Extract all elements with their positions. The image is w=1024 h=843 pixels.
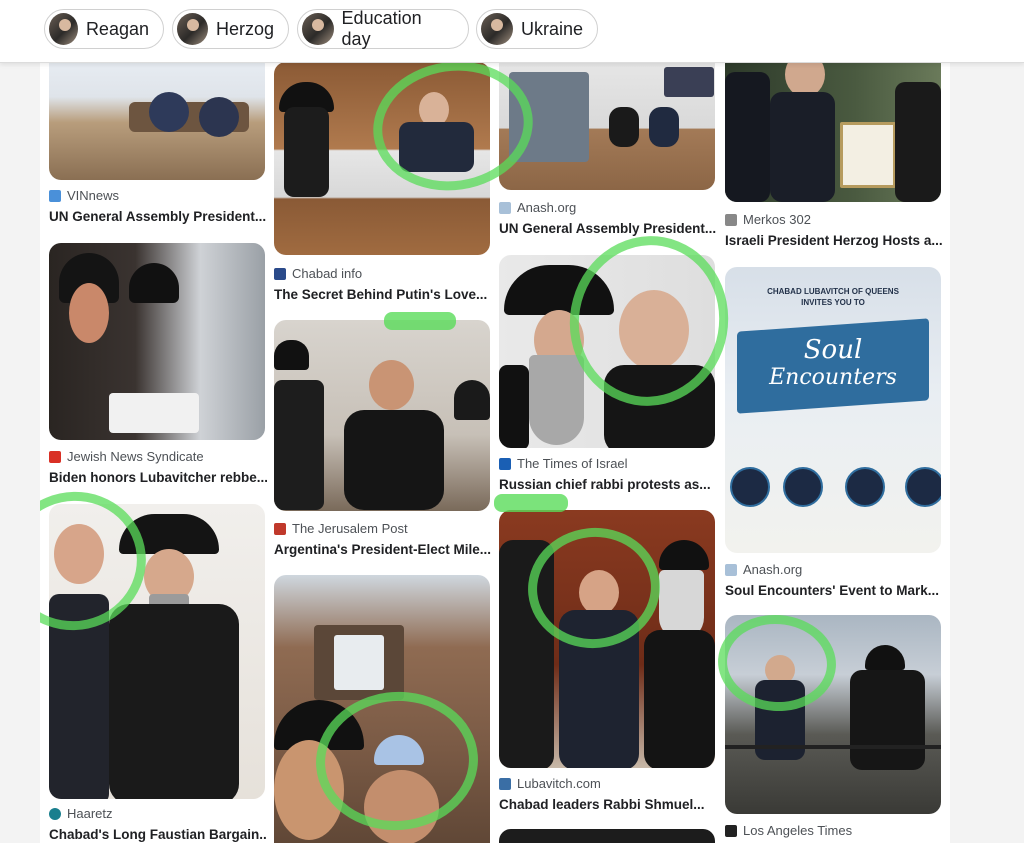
chip-thumbnail — [177, 13, 208, 45]
poster-subheading: INVITES YOU TO — [801, 298, 865, 307]
result-title[interactable]: Biden honors Lubavitcher rebbe... — [49, 470, 267, 485]
source-name: Jewish News Syndicate — [67, 449, 204, 464]
chip-herzog[interactable]: Herzog — [172, 9, 289, 49]
chip-label: Reagan — [85, 18, 149, 39]
result-image[interactable] — [499, 255, 715, 448]
chip-education-day[interactable]: Education day — [297, 8, 469, 49]
source-name: The Jerusalem Post — [292, 521, 408, 536]
source-name: Haaretz — [67, 806, 113, 821]
filter-chip-bar: Reagan Herzog Education day Ukraine — [0, 0, 1024, 63]
result-source: Anash.org — [499, 200, 576, 215]
result-source: VINnews — [49, 188, 119, 203]
source-name: The Times of Israel — [517, 456, 628, 471]
result-title[interactable]: UN General Assembly President... — [49, 209, 267, 224]
result-title[interactable]: Soul Encounters' Event to Mark... — [725, 583, 943, 598]
chip-ukraine[interactable]: Ukraine — [476, 9, 598, 49]
source-name: VINnews — [67, 188, 120, 203]
latimes-icon — [725, 824, 737, 837]
result-title[interactable]: Chabad leaders Rabbi Shmuel... — [499, 797, 717, 812]
merkos-icon — [725, 213, 737, 226]
annotation-mark — [384, 312, 456, 330]
result-image[interactable] — [725, 62, 941, 202]
result-title[interactable]: UN General Assembly President... — [499, 221, 717, 236]
chip-thumbnail — [302, 13, 334, 45]
result-source: Jewish News Syndicate — [49, 449, 204, 464]
result-source: Chabad info — [274, 266, 362, 281]
result-image[interactable] — [274, 320, 490, 511]
result-image[interactable] — [49, 62, 265, 180]
poster-title-line1: Soul — [803, 335, 863, 365]
result-image[interactable] — [49, 243, 265, 440]
speaker-avatar — [730, 467, 770, 507]
image-results-grid: VINnews UN General Assembly President...… — [40, 62, 950, 843]
result-title[interactable]: Israeli President Herzog Hosts a... — [725, 233, 943, 248]
lubavitch-icon — [499, 777, 511, 790]
anash-icon — [725, 563, 737, 576]
times-of-israel-icon — [499, 457, 511, 470]
poster-title-line2: Encounters — [769, 365, 897, 390]
chip-label: Herzog — [215, 18, 274, 39]
result-image[interactable]: CHABAD LUBAVITCH OF QUEENS INVITES YOU T… — [725, 267, 941, 553]
vinnews-icon — [49, 189, 61, 202]
speaker-avatar — [845, 467, 885, 507]
result-image[interactable] — [725, 615, 941, 814]
result-source: The Times of Israel — [499, 456, 628, 471]
result-image[interactable] — [49, 504, 265, 799]
result-image[interactable] — [274, 62, 490, 255]
result-image[interactable] — [274, 575, 490, 843]
result-title[interactable]: The Secret Behind Putin's Love... — [274, 287, 492, 302]
result-image[interactable] — [499, 829, 715, 843]
source-name: Chabad info — [292, 266, 363, 281]
source-name: Lubavitch.com — [517, 776, 601, 791]
jns-icon — [49, 450, 61, 463]
source-name: Los Angeles Times — [743, 823, 853, 838]
chip-thumbnail — [481, 13, 513, 45]
haaretz-icon — [49, 807, 61, 820]
speaker-avatar — [905, 467, 941, 507]
result-title[interactable]: Argentina's President-Elect Mile... — [274, 542, 492, 557]
result-source: Anash.org — [725, 562, 802, 577]
result-source: Merkos 302 — [725, 212, 811, 227]
result-title[interactable]: Russian chief rabbi protests as... — [499, 477, 717, 492]
chip-label: Education day — [341, 8, 422, 49]
result-source: Lubavitch.com — [499, 776, 601, 791]
source-name: Merkos 302 — [743, 212, 811, 227]
source-name: Anash.org — [743, 562, 803, 577]
result-source: The Jerusalem Post — [274, 521, 408, 536]
poster-heading: CHABAD LUBAVITCH OF QUEENS — [767, 287, 899, 296]
source-name: Anash.org — [517, 200, 577, 215]
anash-icon — [499, 201, 511, 214]
chip-label: Ukraine — [520, 18, 583, 39]
annotation-mark — [494, 494, 568, 512]
result-image[interactable] — [499, 510, 715, 768]
chabadinfo-icon — [274, 267, 286, 280]
chip-thumbnail — [49, 13, 78, 45]
result-source: Haaretz — [49, 806, 113, 821]
result-source: Los Angeles Times — [725, 823, 852, 838]
chip-reagan[interactable]: Reagan — [44, 9, 164, 49]
result-image[interactable] — [499, 62, 715, 190]
speaker-avatar — [783, 467, 823, 507]
result-title[interactable]: Chabad's Long Faustian Bargain... — [49, 827, 267, 842]
jpost-icon — [274, 522, 286, 535]
